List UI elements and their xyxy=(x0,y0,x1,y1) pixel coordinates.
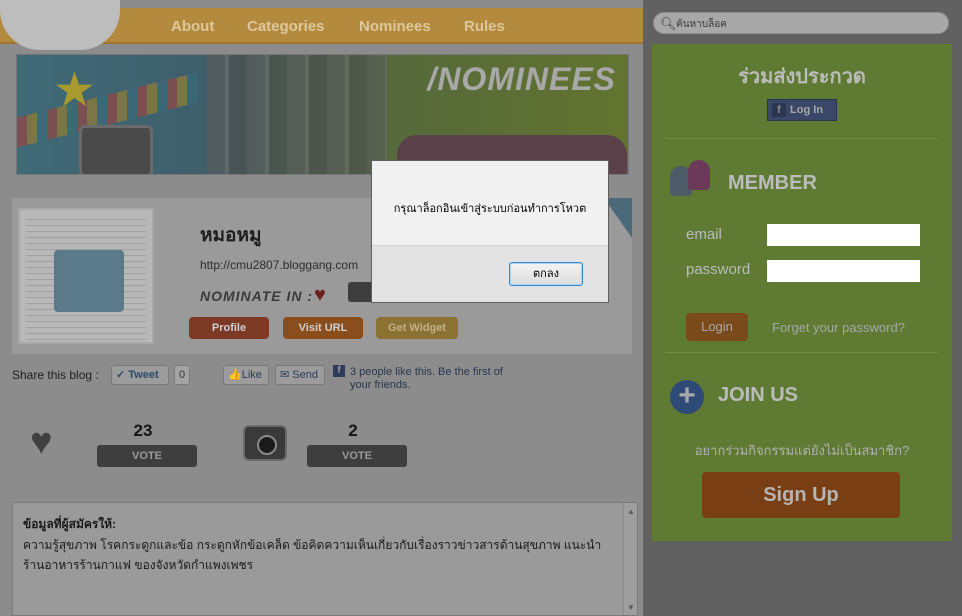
nav-categories[interactable]: Categories xyxy=(247,18,325,35)
tweet-count: 0 xyxy=(174,365,190,385)
member-panel: ร่วมส่งประกวด f Log In MEMBER email pass… xyxy=(652,44,952,541)
nav-about[interactable]: About xyxy=(171,18,214,35)
thumbs-up-icon: 👍 xyxy=(228,369,242,381)
facebook-icon: f xyxy=(772,103,786,117)
ok-button[interactable]: ตกลง xyxy=(509,262,583,286)
banner-city-graphic xyxy=(207,55,387,174)
nominees-banner: ★ /NOMINEES xyxy=(16,54,629,175)
heart-icon: ♥ xyxy=(30,421,53,463)
blog-thumbnail[interactable] xyxy=(18,208,154,344)
camera-icon xyxy=(243,425,287,461)
info-text: ความรู้สุขภาพ โรคกระดูกและข้อ กระดูกหักข… xyxy=(23,538,602,572)
password-field[interactable] xyxy=(767,260,920,282)
blog-url[interactable]: http://cmu2807.bloggang.com xyxy=(200,258,358,272)
like-label: Like xyxy=(241,369,262,381)
applicant-info-box[interactable]: ข้อมูลที่ผู้สมัครให้: ความรู้สุขภาพ โรคก… xyxy=(12,502,638,616)
send-label: Send xyxy=(292,369,318,381)
email-field[interactable] xyxy=(767,224,920,246)
facebook-like-text: 3 people like this. Be the first of your… xyxy=(350,366,503,391)
login-button[interactable]: Login xyxy=(686,313,748,341)
nav-rules[interactable]: Rules xyxy=(464,18,505,35)
scroll-down-arrow-icon[interactable]: ▼ xyxy=(626,603,636,613)
twitter-bird-icon: ✓ xyxy=(116,369,126,381)
facebook-login-label: Log In xyxy=(790,104,823,116)
banner-title: /NOMINEES xyxy=(427,61,616,97)
nav-nominees[interactable]: Nominees xyxy=(359,18,431,35)
members-icon xyxy=(668,158,716,198)
main-content: About Categories Nominees Rules ★ /NOMIN… xyxy=(0,0,643,616)
member-title: MEMBER xyxy=(728,172,817,194)
forgot-password-link[interactable]: Forget your password? xyxy=(772,320,905,335)
join-title: JOIN US xyxy=(718,384,799,406)
scroll-up-arrow-icon[interactable]: ▲ xyxy=(626,507,636,517)
facebook-icon: f xyxy=(333,365,345,377)
search-box[interactable]: 🔍︎ xyxy=(653,12,949,34)
search-input[interactable] xyxy=(676,16,936,32)
camera-vote-count: 2 xyxy=(348,421,358,440)
send-icon: ✉ xyxy=(280,369,290,381)
password-label: password xyxy=(686,261,751,278)
join-question: อยากร่วมกิจกรรมแต่ยังไม่เป็นสมาชิก? xyxy=(694,443,910,458)
visit-url-button[interactable]: Visit URL xyxy=(283,317,363,339)
sign-up-button[interactable]: Sign Up xyxy=(702,472,900,518)
tv-icon xyxy=(79,125,153,174)
smiley-star-icon: ★ xyxy=(53,64,97,117)
facebook-login-button[interactable]: f Log In xyxy=(767,99,837,121)
info-scrollbar[interactable]: ▲ ▼ xyxy=(623,503,637,615)
login-required-dialog: กรุณาล็อกอินเข้าสู่ระบบก่อนทำการโหวต ตกล… xyxy=(371,160,609,303)
tweet-button[interactable]: ✓ Tweet xyxy=(111,365,169,385)
divider xyxy=(666,138,938,139)
share-label: Share this blog : xyxy=(12,368,99,382)
plus-icon: + xyxy=(670,380,704,414)
sidebar: 🔍︎ ร่วมส่งประกวด f Log In MEMBER email p… xyxy=(643,0,962,616)
tweet-label: Tweet xyxy=(128,369,159,381)
dialog-footer: ตกลง xyxy=(372,245,608,302)
camera-vote-button[interactable]: VOTE xyxy=(307,445,407,467)
send-button[interactable]: ✉ Send xyxy=(275,365,325,385)
profile-button[interactable]: Profile xyxy=(189,317,269,339)
heart-category-icon: ♥ xyxy=(314,284,326,306)
heart-vote-button[interactable]: VOTE xyxy=(97,445,197,467)
blog-name: หมอหมู xyxy=(200,225,262,246)
email-label: email xyxy=(686,226,722,243)
heart-vote-count: 23 xyxy=(133,421,153,440)
thumbnail-image xyxy=(54,250,124,312)
site-logo-cloud[interactable] xyxy=(0,0,120,50)
like-button[interactable]: 👍Like xyxy=(223,365,269,385)
info-title: ข้อมูลที่ผู้สมัครให้: xyxy=(23,517,117,531)
nominate-label: NOMINATE IN : xyxy=(200,288,314,304)
panel-title: ร่วมส่งประกวด xyxy=(738,66,866,88)
get-widget-button[interactable]: Get Widget xyxy=(376,317,458,339)
divider xyxy=(666,352,938,353)
dialog-message: กรุณาล็อกอินเข้าสู่ระบบก่อนทำการโหวต xyxy=(393,203,587,215)
search-icon: 🔍︎ xyxy=(660,16,677,31)
